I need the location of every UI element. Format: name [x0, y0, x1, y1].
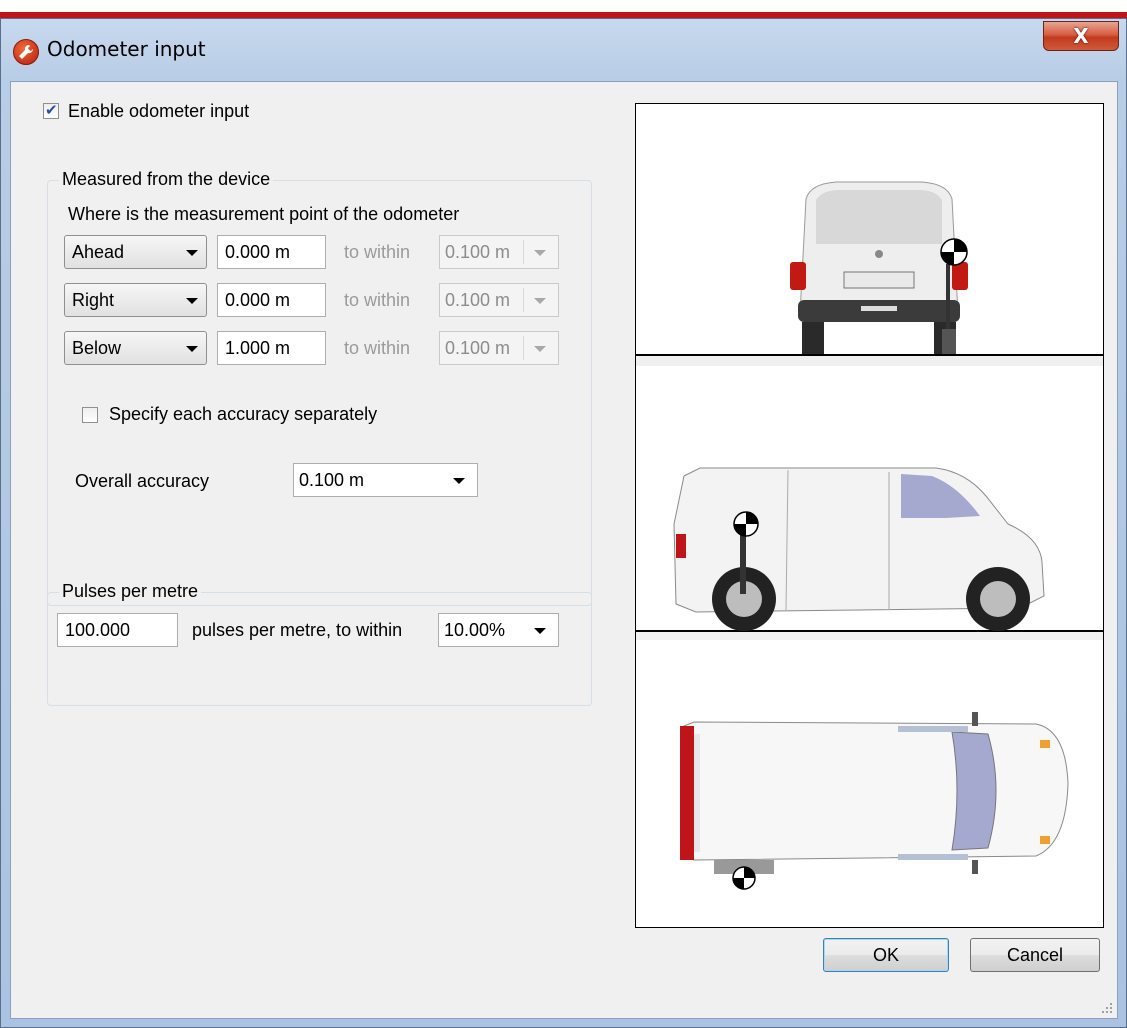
checkbox-checked-icon: ✔ [45, 101, 58, 119]
cancel-button[interactable]: Cancel [970, 938, 1100, 972]
direction-value: Below [72, 338, 122, 358]
below-offset-input[interactable]: 1.000 m [217, 331, 326, 365]
right-accuracy-combo: 0.100 m [439, 283, 559, 317]
direction-dropdown-ahead[interactable]: Ahead [64, 235, 207, 269]
pulses-per-metre-label: pulses per metre, to within [192, 620, 403, 640]
ok-button[interactable]: OK [823, 938, 949, 972]
dropdown-arrow-icon [534, 250, 546, 256]
pulses-accuracy-combo[interactable]: 10.00% [438, 613, 559, 647]
van-side-view [636, 366, 1103, 640]
measured-group-title: Measured from the device [59, 169, 274, 190]
measurement-point-heading: Where is the measurement point of the od… [68, 204, 460, 224]
pulses-group [47, 592, 592, 706]
wrench-icon [13, 39, 39, 65]
dropdown-arrow-icon [186, 250, 198, 256]
right-offset-value: 0.000 m [225, 290, 291, 310]
right-accuracy-value: 0.100 m [445, 290, 511, 310]
van-top-view [636, 640, 1103, 927]
direction-dropdown-below[interactable]: Below [64, 331, 207, 365]
enable-odometer-label[interactable]: Enable odometer input [68, 101, 249, 122]
close-button[interactable]: X [1043, 21, 1119, 51]
ahead-offset-value: 0.000 m [225, 242, 291, 262]
specify-separately-checkbox[interactable] [82, 407, 98, 423]
pulses-group-title: Pulses per metre [59, 581, 202, 602]
close-icon: X [1073, 24, 1089, 48]
direction-value: Right [72, 290, 115, 310]
to-within-label: to within [344, 242, 411, 262]
ok-button-label: OK [872, 945, 899, 965]
cancel-button-label: Cancel [1006, 945, 1064, 965]
to-within-label: to within [344, 338, 411, 358]
dropdown-arrow-icon [534, 298, 546, 304]
title-bar[interactable]: Odometer input X [1, 19, 1126, 83]
specify-separately-label[interactable]: Specify each accuracy separately [109, 404, 377, 425]
ahead-accuracy-combo: 0.100 m [439, 235, 559, 269]
window-title: Odometer input [47, 37, 206, 61]
to-within-label: to within [344, 290, 411, 310]
ahead-offset-input[interactable]: 0.000 m [217, 235, 326, 269]
pulses-per-metre-input[interactable]: 100.000 [57, 613, 178, 647]
enable-odometer-checkbox[interactable]: ✔ [43, 101, 59, 119]
van-rear-view [636, 104, 1103, 366]
overall-accuracy-value: 0.100 m [299, 470, 365, 490]
direction-dropdown-right[interactable]: Right [64, 283, 207, 317]
pulses-value: 100.000 [65, 620, 131, 640]
dropdown-arrow-icon [186, 298, 198, 304]
dropdown-arrow-icon [534, 346, 546, 352]
ahead-accuracy-value: 0.100 m [445, 242, 511, 262]
direction-value: Ahead [72, 242, 125, 262]
dropdown-arrow-icon [534, 628, 546, 634]
below-accuracy-combo: 0.100 m [439, 331, 559, 365]
dropdown-arrow-icon [186, 346, 198, 352]
overall-accuracy-combo[interactable]: 0.100 m [293, 463, 478, 497]
dropdown-arrow-icon [453, 478, 465, 484]
below-accuracy-value: 0.100 m [445, 338, 511, 358]
pulses-accuracy-value: 10.00% [444, 620, 506, 640]
below-offset-value: 1.000 m [225, 338, 291, 358]
right-offset-input[interactable]: 0.000 m [217, 283, 326, 317]
overall-accuracy-label: Overall accuracy [75, 471, 210, 491]
vehicle-diagram [635, 103, 1104, 928]
resize-grip-icon[interactable] [1101, 1002, 1113, 1014]
